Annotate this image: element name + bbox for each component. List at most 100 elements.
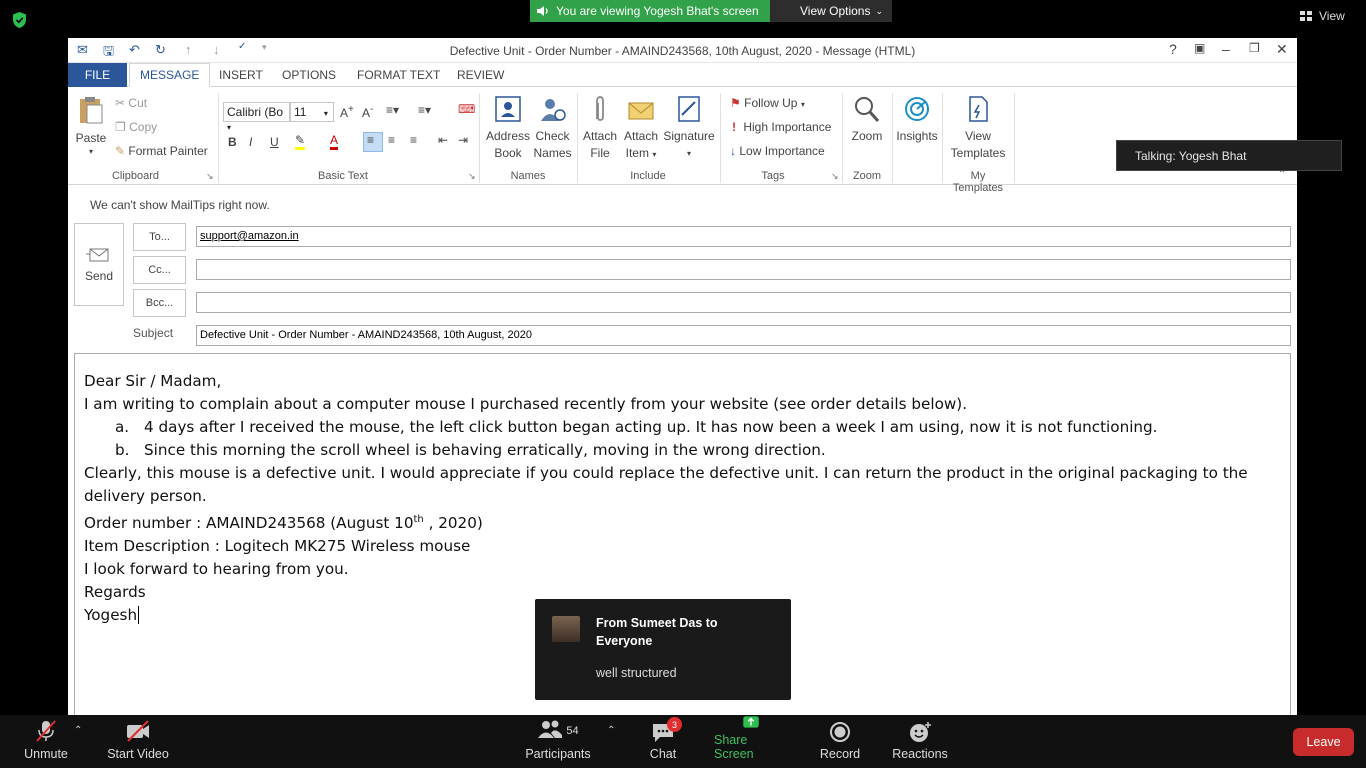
close-icon[interactable]: ✕ bbox=[1276, 41, 1288, 58]
clear-formatting-icon[interactable]: ⌨ bbox=[458, 102, 475, 116]
participants-button[interactable]: 54 Participants bbox=[525, 715, 591, 768]
flag-icon: ⚑ bbox=[730, 96, 741, 110]
record-label: Record bbox=[819, 747, 861, 761]
align-center-icon[interactable]: ≡ bbox=[388, 133, 395, 147]
insights-button[interactable]: Insights bbox=[895, 95, 939, 145]
attach-file-label-2: File bbox=[590, 146, 610, 160]
to-button[interactable]: To... bbox=[133, 223, 186, 251]
separator bbox=[1014, 93, 1015, 183]
italic-icon[interactable]: I bbox=[249, 135, 252, 149]
video-off-icon bbox=[127, 720, 149, 742]
restore-icon[interactable]: ❐ bbox=[1249, 41, 1260, 55]
view-options-label: View Options bbox=[800, 4, 871, 18]
attach-file-button[interactable]: Attach File bbox=[580, 95, 620, 162]
unmute-button[interactable]: Unmute bbox=[22, 715, 70, 768]
font-name-select[interactable]: Calibri (Bo ▾ bbox=[223, 102, 290, 132]
high-importance-label: High Importance bbox=[743, 120, 832, 134]
tab-review[interactable]: REVIEW bbox=[447, 63, 514, 87]
copy-icon: ❐ bbox=[115, 120, 126, 134]
cut-button[interactable]: ✂ Cut bbox=[115, 96, 147, 110]
address-book-button[interactable]: Address Book bbox=[483, 95, 533, 162]
attach-item-button[interactable]: Attach Item ▾ bbox=[621, 95, 661, 163]
leave-button[interactable]: Leave bbox=[1293, 728, 1354, 756]
talking-indicator: Talking: Yogesh Bhat bbox=[1116, 140, 1342, 171]
bcc-field[interactable] bbox=[196, 292, 1291, 313]
to-recipient[interactable]: support@amazon.in bbox=[200, 230, 299, 242]
decrease-indent-icon[interactable]: ⇤ bbox=[438, 133, 448, 147]
align-right-icon[interactable]: ≡ bbox=[410, 133, 417, 147]
view-options-button[interactable]: View Options ⌄ bbox=[770, 0, 892, 22]
paste-button[interactable]: Paste ▾ bbox=[74, 95, 108, 157]
order-prefix: Order number : AMAIND243568 (August 10 bbox=[84, 514, 414, 533]
basic-text-group-label: Basic Text bbox=[318, 170, 368, 182]
window-title: Defective Unit - Order Number - AMAIND24… bbox=[449, 44, 916, 58]
zoom-label: Zoom bbox=[851, 129, 883, 143]
body-closing: I look forward to hearing from you. bbox=[84, 560, 349, 579]
cc-field[interactable] bbox=[196, 259, 1291, 280]
high-importance-button[interactable]: ! High Importance bbox=[730, 120, 831, 134]
highlight-icon[interactable]: ✎ bbox=[295, 133, 306, 150]
list-marker: a. bbox=[115, 418, 130, 436]
attach-item-label-2: Item bbox=[625, 146, 649, 160]
list-marker: b. bbox=[115, 441, 130, 459]
shrink-font-icon[interactable]: A- bbox=[362, 104, 373, 120]
scissors-icon: ✂ bbox=[115, 96, 126, 110]
tab-insert[interactable]: INSERT bbox=[209, 63, 273, 87]
viewing-indicator: You are viewing Yogesh Bhat's screen bbox=[530, 0, 770, 22]
send-button[interactable]: Send bbox=[74, 223, 124, 306]
format-painter-button[interactable]: ✎ Format Painter bbox=[115, 144, 208, 158]
start-video-button[interactable]: Start Video bbox=[105, 715, 171, 768]
order-suffix: , 2020) bbox=[423, 514, 483, 533]
check-names-button[interactable]: Check Names bbox=[530, 95, 575, 162]
tab-options[interactable]: OPTIONS bbox=[272, 63, 346, 87]
mailtips-message: We can't show MailTips right now. bbox=[90, 198, 270, 212]
dialog-launcher-icon[interactable]: ↘ bbox=[206, 171, 214, 182]
message-body[interactable]: Dear Sir / Madam, I am writing to compla… bbox=[84, 370, 1248, 627]
attach-file-label-1: Attach bbox=[582, 129, 618, 143]
underline-icon[interactable]: U bbox=[270, 135, 279, 149]
low-importance-button[interactable]: ↓ Low Importance bbox=[730, 144, 825, 158]
body-item-description: Item Description : Logitech MK275 Wirele… bbox=[84, 537, 471, 556]
increase-indent-icon[interactable]: ⇥ bbox=[458, 133, 468, 147]
dialog-launcher-icon[interactable]: ↘ bbox=[831, 171, 839, 182]
clipboard-icon bbox=[80, 97, 103, 124]
signature-button[interactable]: Signature ▾ bbox=[663, 95, 715, 162]
numbering-icon[interactable]: ≡▾ bbox=[418, 103, 431, 117]
shield-icon[interactable] bbox=[11, 11, 28, 29]
share-screen-button[interactable]: Share Screen bbox=[714, 715, 788, 768]
minimize-icon[interactable]: – bbox=[1222, 41, 1230, 57]
font-size-select[interactable]: 11 ▾ bbox=[290, 102, 334, 122]
bold-icon[interactable]: B bbox=[228, 135, 237, 149]
view-button[interactable]: View bbox=[1300, 9, 1345, 23]
tab-format-text[interactable]: FORMAT TEXT bbox=[347, 63, 450, 87]
follow-up-button[interactable]: ⚑ Follow Up ▾ bbox=[730, 96, 805, 110]
cc-button[interactable]: Cc... bbox=[133, 256, 186, 284]
to-field[interactable]: support@amazon.in bbox=[196, 226, 1291, 247]
subject-field[interactable]: Defective Unit - Order Number - AMAIND24… bbox=[196, 325, 1291, 346]
view-templates-button[interactable]: View Templates bbox=[948, 95, 1008, 162]
chevron-up-icon[interactable]: ⌃ bbox=[607, 725, 615, 736]
separator bbox=[892, 93, 893, 183]
separator bbox=[577, 93, 578, 183]
ribbon-display-icon[interactable]: ▣ bbox=[1194, 41, 1205, 55]
ribbon-tabs: FILE MESSAGE INSERT OPTIONS FORMAT TEXT … bbox=[68, 63, 1297, 87]
copy-button[interactable]: ❐ Copy bbox=[115, 120, 157, 134]
help-icon[interactable]: ? bbox=[1169, 41, 1177, 57]
dialog-launcher-icon[interactable]: ↘ bbox=[468, 171, 476, 182]
tab-message[interactable]: MESSAGE bbox=[129, 63, 211, 87]
my-templates-group-label: My Templates bbox=[952, 170, 1004, 194]
chevron-up-icon[interactable]: ⌃ bbox=[74, 725, 82, 736]
bullets-icon[interactable]: ≡▾ bbox=[386, 103, 399, 117]
font-color-icon[interactable]: A bbox=[330, 133, 339, 150]
chat-notification[interactable]: From Sumeet Das to Everyone well structu… bbox=[535, 599, 791, 700]
zoom-button[interactable]: Zoom bbox=[846, 95, 888, 145]
clipboard-group-label: Clipboard bbox=[111, 170, 160, 182]
grow-font-icon[interactable]: A+ bbox=[340, 104, 354, 120]
reactions-button[interactable]: Reactions bbox=[890, 715, 950, 768]
emoji-icon bbox=[910, 722, 931, 742]
bcc-button[interactable]: Bcc... bbox=[133, 289, 186, 317]
body-paragraph: Clearly, this mouse is a defective unit.… bbox=[84, 464, 1248, 482]
record-button[interactable]: Record bbox=[818, 715, 862, 768]
meeting-toolbar: Unmute ⌃ Start Video 54 Participants ⌃ C… bbox=[0, 715, 1366, 768]
tab-file[interactable]: FILE bbox=[68, 63, 127, 87]
